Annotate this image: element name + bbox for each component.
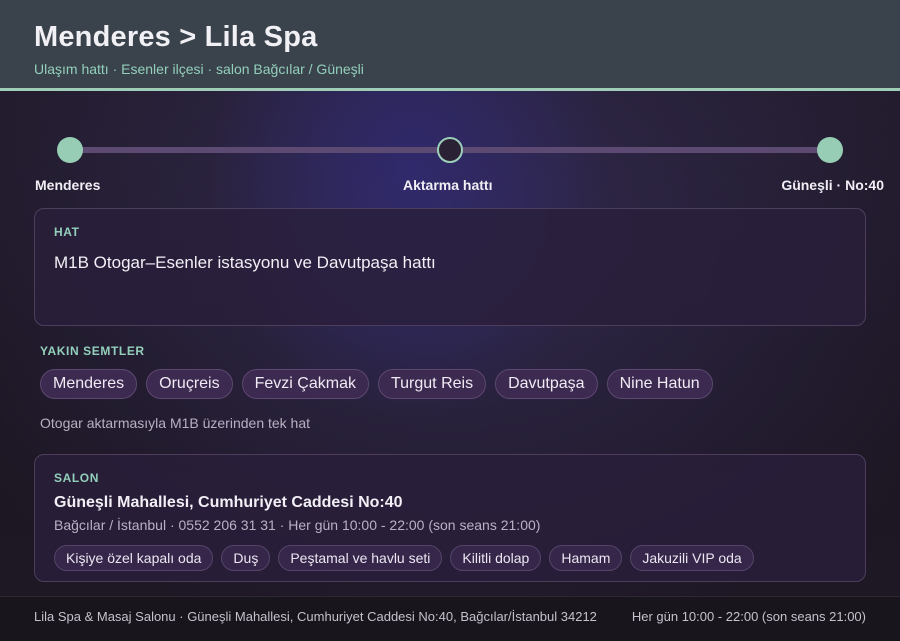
page-header: Menderes > Lila Spa Ulaşım hattı · Esenl… bbox=[0, 0, 900, 91]
nearby-note: Otogar aktarmasıyla M1B üzerinden tek ha… bbox=[40, 415, 311, 431]
line-card-kicker: HAT bbox=[54, 225, 80, 239]
amenity-tag: Hamam bbox=[549, 545, 623, 571]
amenity-tag: Jakuzili VIP oda bbox=[630, 545, 754, 571]
nearby-chip[interactable]: Turgut Reis bbox=[377, 369, 487, 399]
nearby-label: YAKIN SEMTLER bbox=[40, 344, 145, 358]
page-footer: Lila Spa & Masaj Salonu · Güneşli Mahall… bbox=[0, 596, 900, 641]
footer-hours: Her gün 10:00 - 22:00 (son seans 21:00) bbox=[631, 609, 866, 624]
nearby-chip[interactable]: Nine Hatun bbox=[606, 369, 713, 399]
salon-address: Güneşli Mahallesi, Cumhuriyet Caddesi No… bbox=[54, 494, 403, 511]
footer-address: Lila Spa & Masaj Salonu · Güneşli Mahall… bbox=[34, 609, 597, 624]
amenity-tag: Peştamal ve havlu seti bbox=[278, 545, 443, 571]
nearby-chip[interactable]: Oruçreis bbox=[146, 369, 233, 399]
nearby-chip[interactable]: Menderes bbox=[40, 369, 138, 399]
route-stop-start[interactable] bbox=[57, 137, 83, 163]
salon-card: SALON Güneşli Mahallesi, Cumhuriyet Cadd… bbox=[34, 454, 866, 582]
nearby-chips: Menderes Oruçreis Fevzi Çakmak Turgut Re… bbox=[40, 369, 713, 399]
line-card: HAT M1B Otogar–Esenler istasyonu ve Davu… bbox=[34, 208, 866, 326]
route-stop-transfer[interactable] bbox=[437, 137, 463, 163]
page-title: Menderes > Lila Spa bbox=[34, 21, 318, 53]
nearby-chip[interactable]: Davutpaşa bbox=[495, 369, 598, 399]
amenity-tag: Kilitli dolap bbox=[450, 545, 542, 571]
salon-meta: Bağcılar / İstanbul · 0552 206 31 31 · H… bbox=[54, 517, 541, 533]
route-stop-label-transfer: Aktarma hattı bbox=[403, 177, 493, 193]
amenity-tag: Kişiye özel kapalı oda bbox=[54, 545, 214, 571]
salon-card-kicker: SALON bbox=[54, 471, 99, 485]
line-card-text: M1B Otogar–Esenler istasyonu ve Davutpaş… bbox=[54, 253, 436, 272]
amenity-list: Kişiye özel kapalı oda Duş Peştamal ve h… bbox=[54, 545, 754, 571]
route-stop-label-end: Güneşli · No:40 bbox=[781, 177, 884, 193]
amenity-tag: Duş bbox=[221, 545, 271, 571]
route-stop-end[interactable] bbox=[817, 137, 843, 163]
page-subtitle: Ulaşım hattı · Esenler ilçesi · salon Ba… bbox=[34, 61, 364, 77]
nearby-chip[interactable]: Fevzi Çakmak bbox=[241, 369, 369, 399]
route-stop-label-start: Menderes bbox=[35, 177, 101, 193]
